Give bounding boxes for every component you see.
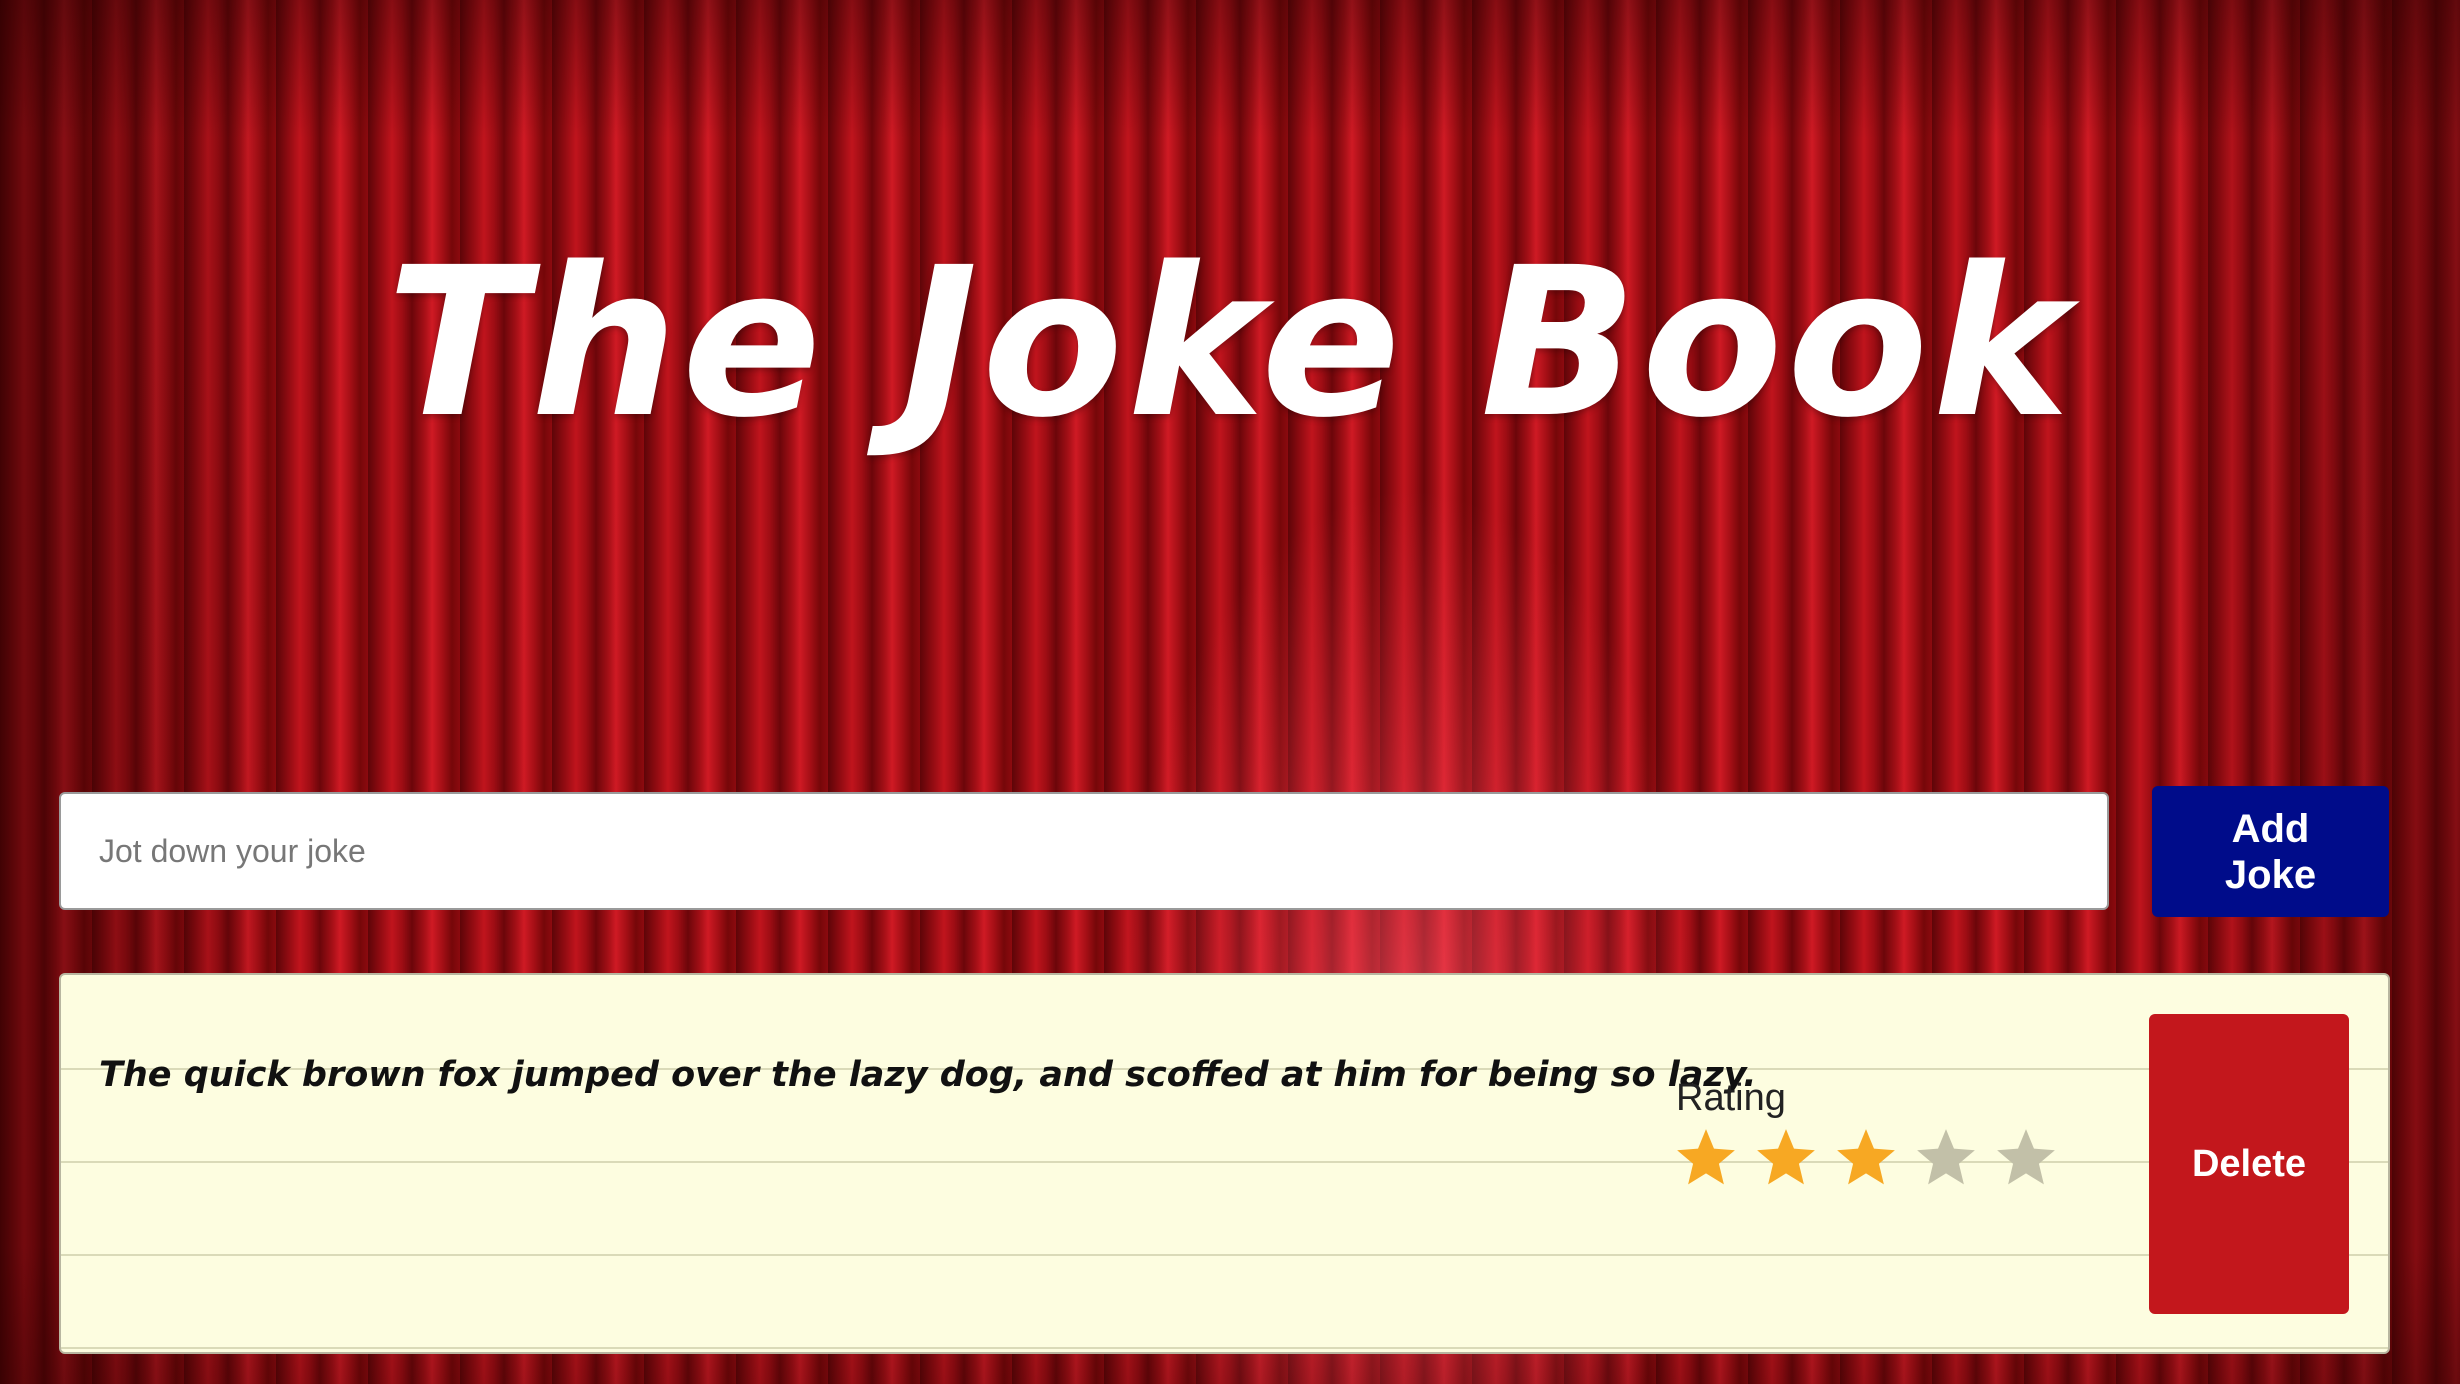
star-rating [1673, 1125, 2059, 1191]
star-icon[interactable] [1673, 1125, 1739, 1191]
delete-button[interactable]: Delete [2149, 1014, 2349, 1314]
joke-text: The quick brown fox jumped over the lazy… [99, 1055, 1757, 1095]
star-icon[interactable] [1993, 1125, 2059, 1191]
star-icon[interactable] [1913, 1125, 1979, 1191]
star-icon[interactable] [1833, 1125, 1899, 1191]
joke-input[interactable] [59, 792, 2109, 910]
add-joke-button[interactable]: Add Joke [2152, 786, 2389, 917]
page-title: The Joke Book [386, 223, 2074, 463]
rating-label: Rating [1676, 1077, 1786, 1119]
star-icon[interactable] [1753, 1125, 1819, 1191]
joke-card: The quick brown fox jumped over the lazy… [59, 973, 2390, 1354]
